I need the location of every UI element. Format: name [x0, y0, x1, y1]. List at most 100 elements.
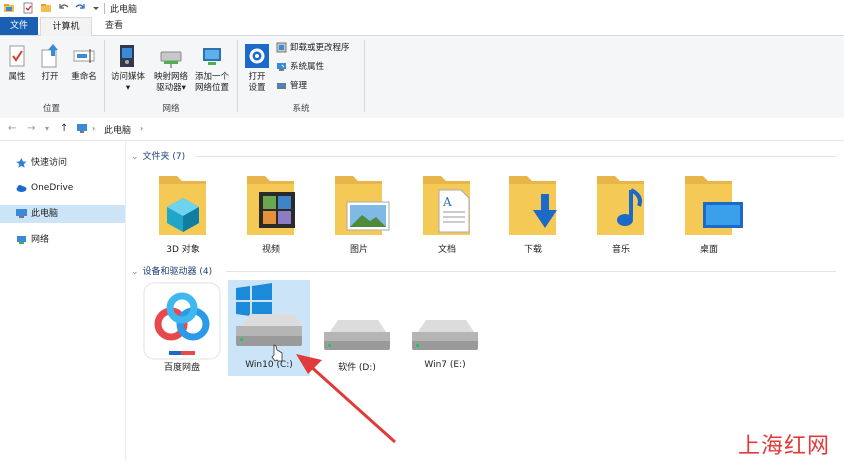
up-arrow-icon[interactable]: ↑: [60, 123, 68, 134]
recent-locations-chevron-icon[interactable]: ▾: [45, 124, 49, 133]
app-icon: [4, 4, 14, 12]
videos-folder-icon: [247, 176, 295, 235]
device-baidu-netdisk[interactable]: 百度网盘: [141, 280, 223, 376]
folder-3d-objects[interactable]: 3D 对象: [147, 172, 219, 258]
sidebar-item-label: OneDrive: [31, 183, 74, 193]
manage-icon: [277, 83, 286, 89]
devices-section-title: 设备和驱动器 (4): [142, 267, 213, 277]
properties-quick-icon[interactable]: [22, 2, 34, 14]
folders-section-header[interactable]: ⌄ 文件夹 (7): [131, 149, 185, 162]
downloads-folder-icon: [509, 176, 557, 235]
network-location-icon: [203, 48, 221, 65]
properties-button[interactable]: 属性: [4, 42, 30, 83]
folder-desktop[interactable]: 桌面: [673, 172, 745, 258]
baidu-netdisk-icon: [143, 282, 221, 360]
folder-downloads[interactable]: 下载: [497, 172, 569, 258]
folder-label: 图片: [349, 245, 368, 255]
ribbon-tabs: 文件 计算机 查看: [0, 17, 844, 36]
address-bar: ← → ▾ ↑ › 此电脑 ›: [0, 118, 844, 141]
undo-icon[interactable]: [58, 2, 70, 14]
rename-button[interactable]: 重命名: [68, 42, 100, 83]
tab-computer[interactable]: 计算机: [40, 17, 92, 36]
documents-folder-icon: A: [423, 176, 470, 235]
system-group-label: 系统: [292, 104, 310, 114]
hard-drive-icon: [324, 320, 390, 350]
breadcrumb-chevron-icon[interactable]: ›: [140, 124, 143, 133]
map-drive-icon: [160, 51, 182, 68]
tab-view[interactable]: 查看: [96, 17, 132, 35]
folder-music[interactable]: 音乐: [585, 172, 657, 258]
breadcrumb-this-pc[interactable]: 此电脑: [104, 123, 131, 136]
add-location-label-2: 网络位置: [194, 83, 229, 93]
new-folder-quick-icon[interactable]: [40, 2, 52, 14]
manage-button[interactable]: 管理: [276, 80, 307, 92]
network-icon: [17, 236, 26, 244]
folder-label: 视频: [261, 245, 280, 255]
forward-arrow-icon[interactable]: →: [27, 123, 35, 134]
uninstall-label: 卸载或更改程序: [290, 43, 350, 53]
group-separator: [104, 40, 105, 112]
desktop-folder-icon: [685, 176, 743, 235]
group-separator: [237, 40, 238, 112]
settings-gear-icon: [245, 44, 269, 68]
group-separator: [364, 40, 365, 112]
open-label: 打开: [41, 72, 59, 82]
folders-section-title: 文件夹 (7): [142, 152, 186, 162]
settings-label-1: 打开: [248, 72, 266, 82]
3d-objects-folder-icon: [159, 176, 206, 235]
back-arrow-icon[interactable]: ←: [8, 123, 16, 134]
folder-label: 桌面: [699, 245, 718, 255]
tab-file[interactable]: 文件: [0, 17, 38, 35]
collapse-chevron-icon[interactable]: ⌄: [131, 267, 139, 277]
collapse-chevron-icon[interactable]: ⌄: [131, 152, 139, 162]
system-properties-icon: [277, 63, 286, 71]
open-icon: [41, 44, 58, 68]
this-pc-icon: [77, 124, 87, 133]
map-drive-label-1: 映射网络: [153, 72, 188, 82]
breadcrumb-chevron-icon[interactable]: ›: [92, 124, 95, 133]
map-drive-label-2: 驱动器: [156, 83, 182, 93]
properties-label: 属性: [8, 72, 26, 82]
title-separator: [104, 3, 105, 14]
media-icon: [120, 45, 134, 67]
sidebar-item-label: 此电脑: [31, 209, 59, 219]
uninstall-icon: [276, 42, 287, 53]
folder-label: 下载: [523, 245, 542, 255]
mouse-cursor-icon: [271, 344, 283, 362]
window-title: 此电脑: [110, 5, 138, 15]
sidebar-item-network[interactable]: 网络: [0, 231, 125, 249]
add-network-location-button[interactable]: 添加一个 网络位置: [192, 42, 232, 94]
section-divider: [196, 156, 836, 157]
watermark: 上海红网: [738, 434, 831, 459]
settings-label-2: 设置: [248, 83, 266, 93]
device-label: 百度网盘: [163, 363, 200, 373]
sidebar-item-this-pc[interactable]: 此电脑: [0, 205, 125, 223]
customize-quick-access-icon[interactable]: [90, 2, 102, 14]
section-divider: [226, 271, 836, 272]
folder-videos[interactable]: 视频: [235, 172, 307, 258]
pictures-folder-icon: [335, 176, 390, 235]
folder-documents[interactable]: A 文档: [411, 172, 483, 258]
open-button[interactable]: 打开: [36, 42, 64, 83]
star-icon: [16, 158, 27, 168]
uninstall-program-button[interactable]: 卸载或更改程序: [276, 42, 350, 54]
devices-section-header[interactable]: ⌄ 设备和驱动器 (4): [131, 264, 212, 277]
svg-text:A: A: [442, 195, 452, 209]
navigation-pane: 快速访问 OneDrive 此电脑 网络: [0, 141, 126, 461]
device-drive-e[interactable]: Win7 (E:): [404, 280, 486, 376]
annotation-arrow-icon: [296, 354, 397, 444]
computer-icon: [16, 209, 27, 218]
redo-icon[interactable]: [74, 2, 86, 14]
device-label: Win7 (E:): [424, 360, 466, 370]
sidebar-item-quick-access[interactable]: 快速访问: [0, 154, 125, 172]
manage-label: 管理: [290, 81, 308, 91]
folder-label: 音乐: [611, 245, 630, 255]
access-media-button[interactable]: 访问媒体 ▾: [108, 42, 148, 94]
open-settings-button[interactable]: 打开 设置: [242, 42, 272, 94]
folder-pictures[interactable]: 图片: [323, 172, 395, 258]
cloud-icon: [16, 185, 27, 192]
system-properties-button[interactable]: 系统属性: [276, 61, 324, 73]
map-network-drive-button[interactable]: 映射网络 驱动器▾: [150, 42, 192, 94]
location-group-label: 位置: [42, 104, 60, 114]
sidebar-item-onedrive[interactable]: OneDrive: [0, 179, 125, 197]
